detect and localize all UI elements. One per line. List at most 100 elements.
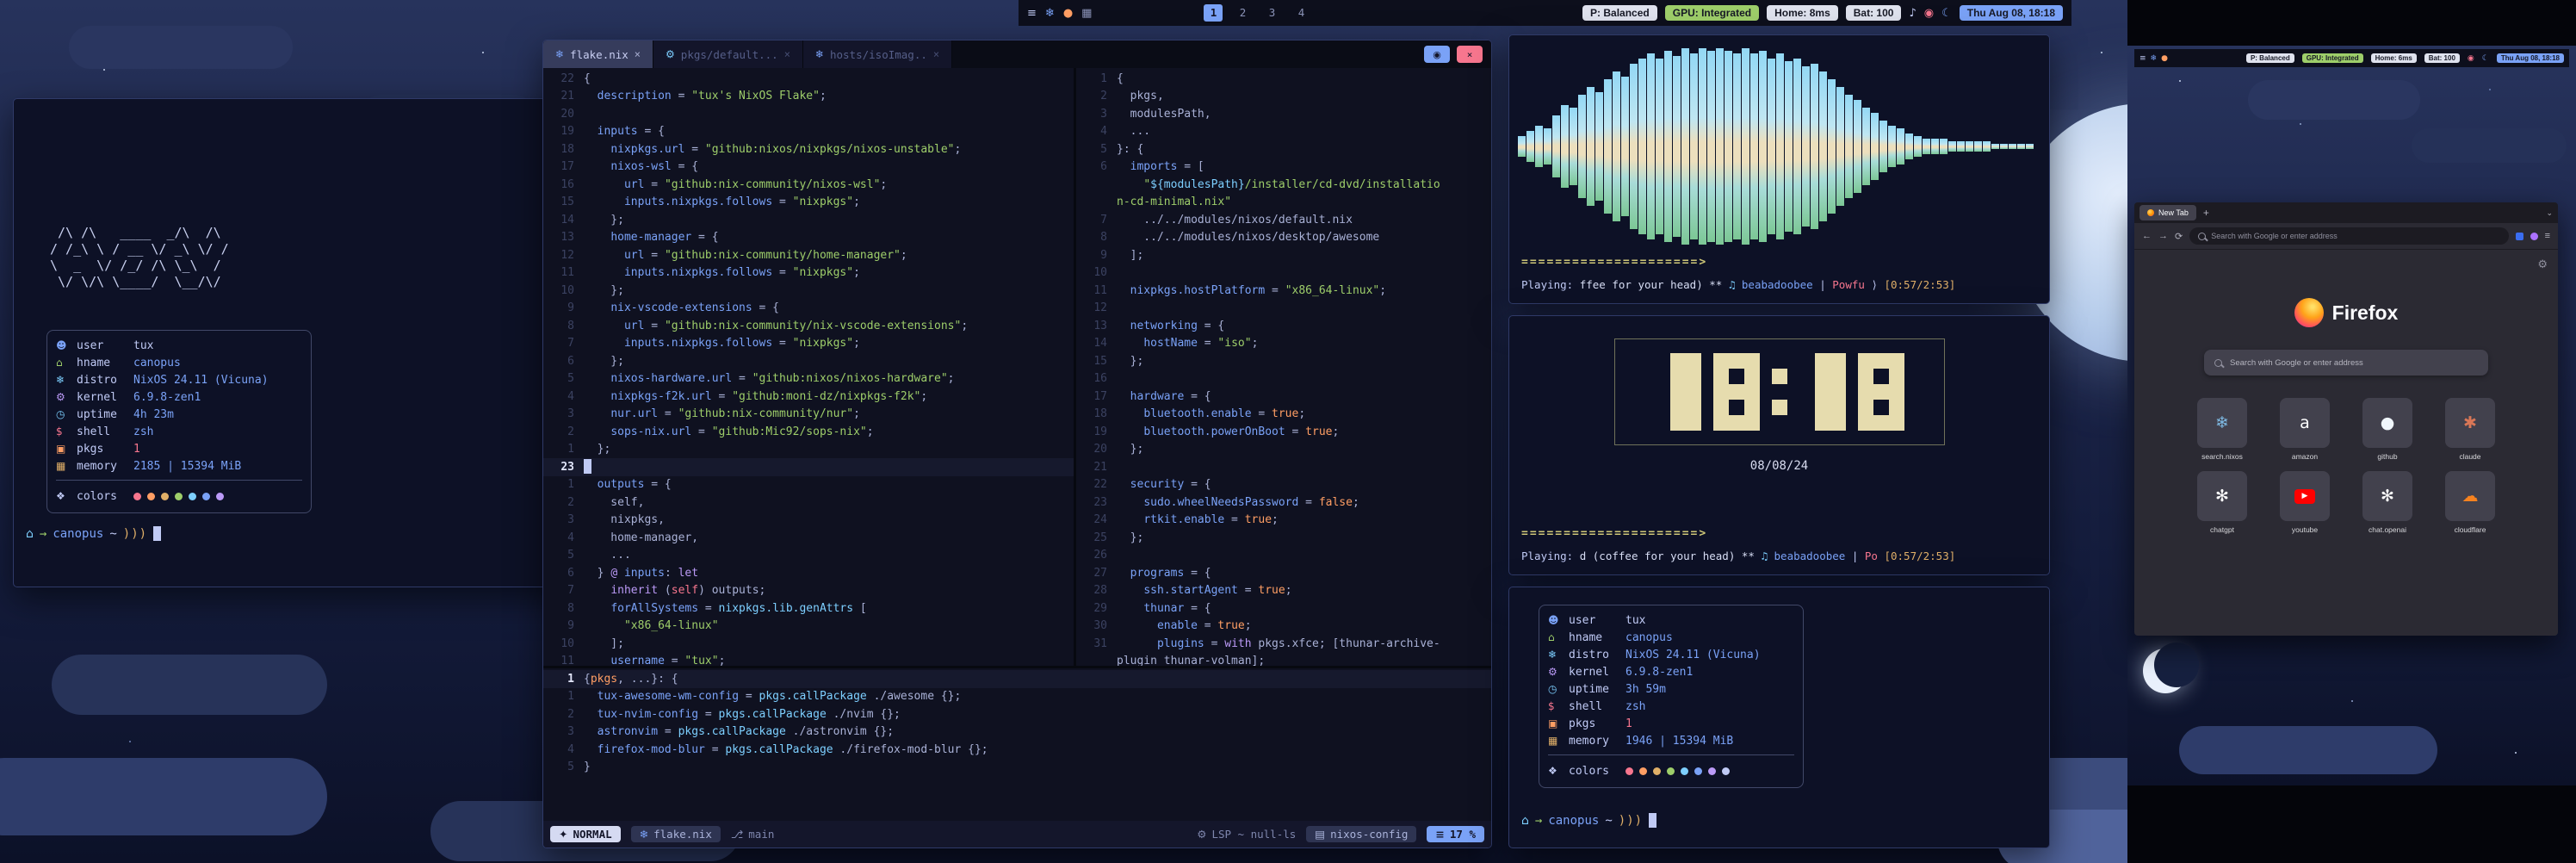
power-profile-chip: P: Balanced — [2246, 53, 2294, 63]
address-bar[interactable]: Search with Google or enter address — [2189, 227, 2508, 245]
code-line: 4 home-manager, — [543, 529, 1074, 547]
power-icon[interactable]: ◉ — [2468, 54, 2474, 63]
account-icon[interactable] — [2530, 233, 2538, 240]
shell-prompt[interactable]: ⌂ → canopus ~ ))) — [1521, 813, 1656, 828]
cava-bar — [1535, 126, 1543, 167]
code-line: 14 }; — [543, 211, 1074, 229]
forward-icon[interactable]: → — [2158, 231, 2168, 241]
statusline-file: ❄flake.nix — [631, 826, 721, 842]
eye-button[interactable]: ◉ — [1424, 46, 1450, 63]
code-line: 15 inputs.nixpkgs.follows = "nixpkgs"; — [543, 194, 1074, 212]
workspace-tag-3[interactable]: 3 — [1262, 4, 1281, 22]
terminal-tag-icon[interactable]: ▦ — [1081, 7, 1092, 20]
workspace-tag-1[interactable]: 1 — [1204, 4, 1223, 22]
editor-tab[interactable]: ❄flake.nix× — [543, 40, 653, 68]
color-dot — [161, 493, 169, 500]
personalize-gear-icon[interactable]: ⚙ — [2537, 258, 2548, 271]
cava-bar — [1871, 113, 1879, 180]
tab-list-chevron-icon[interactable]: ⌄ — [2546, 208, 2553, 218]
shortcut-claude[interactable]: ✱claude — [2437, 398, 2503, 461]
distro-icon: ❄ — [1548, 649, 1569, 661]
editor-tab[interactable]: ❄hosts/isoImag..× — [803, 40, 952, 68]
code-line: 1{ — [1076, 70, 1492, 88]
fetch-terminal-right[interactable]: ☻usertux⌂hnamecanopus❄distroNixOS 24.11 … — [1508, 587, 2050, 848]
bar-status-area: P: Balanced GPU: Integrated Home: 6ms Ba… — [2246, 53, 2564, 63]
shortcut-amazon[interactable]: aamazon — [2272, 398, 2338, 461]
firefox-tag-icon[interactable]: ● — [1063, 7, 1073, 20]
branch-icon: ⎇ — [731, 828, 743, 841]
shortcut-chatgpt[interactable]: ✻chatgpt — [2189, 471, 2255, 534]
workspace-tag-4[interactable]: 4 — [1291, 4, 1310, 22]
cava-bar — [1716, 48, 1724, 245]
tab-close-icon[interactable]: × — [784, 48, 790, 60]
cava-bar — [1552, 115, 1560, 177]
nix-tag-icon[interactable]: ❄ — [1045, 7, 1055, 20]
extension-icon[interactable] — [2516, 233, 2523, 240]
menu-icon[interactable]: ≡ — [1027, 7, 1037, 20]
cava-bar — [1768, 59, 1775, 234]
color-dot — [1639, 767, 1647, 775]
power-icon[interactable]: ◉ — [1924, 7, 1934, 20]
code-line: 9 "x86_64-linux" — [543, 618, 1074, 636]
file-icon: ❄ — [815, 48, 824, 60]
volume-icon[interactable]: ♪ — [1909, 7, 1916, 20]
neovim-window[interactable]: ❄flake.nix×⚙pkgs/default...×❄hosts/isoIm… — [542, 40, 1492, 848]
code-line: 6 } @ inputs: let — [543, 564, 1074, 582]
code-line: 18 bluetooth.enable = true; — [1076, 406, 1492, 424]
shortcut-cloudflare[interactable]: ☁cloudflare — [2437, 471, 2503, 534]
newtab-search-input[interactable]: Search with Google or enter address — [2204, 350, 2488, 376]
shortcut-chat.openai[interactable]: ✻chat.openai — [2355, 471, 2420, 534]
workspace-tag-2[interactable]: 2 — [1233, 4, 1252, 22]
night-mode-icon[interactable]: ☾ — [1941, 7, 1952, 20]
fetch-colors-row: ❖ colors — [56, 480, 302, 506]
clock-date: 08/08/24 — [1509, 459, 2049, 473]
editor-pane-iso[interactable]: 1{2 pkgs,3 modulesPath,4 ...5}: {6 impor… — [1076, 68, 1492, 667]
tab-label: flake.nix — [570, 48, 629, 61]
tab-close-icon[interactable]: × — [635, 48, 641, 60]
reload-icon[interactable]: ⟳ — [2175, 231, 2183, 242]
code-line: 12 — [1076, 300, 1492, 318]
code-line: 7 ../../modules/nixos/default.nix — [1076, 211, 1492, 229]
cava-bar — [1664, 51, 1672, 242]
shortcut-github[interactable]: ●github — [2355, 398, 2420, 461]
new-tab-button[interactable]: + — [2203, 207, 2209, 219]
code-line: 3 nur.url = "github:nix-community/nur"; — [543, 406, 1074, 424]
hamburger-menu-icon[interactable]: ≡ — [2545, 231, 2550, 241]
nix-tag-icon[interactable]: ❄ — [2151, 54, 2158, 63]
editor-pane-flake[interactable]: 22{21 description = "tux's NixOS Flake";… — [543, 68, 1074, 667]
firefox-tag-icon[interactable]: ● — [2161, 54, 2168, 63]
clock-window[interactable]: 08/08/24 =====================> Playing:… — [1508, 315, 2050, 575]
cava-bar — [1725, 51, 1732, 242]
shortcut-label: youtube — [2292, 525, 2318, 534]
cava-bar — [1854, 100, 1861, 193]
project-chip: ▤nixos-config — [1306, 826, 1416, 842]
cava-bar — [1811, 64, 1818, 229]
home-icon: ⌂ — [1521, 814, 1529, 828]
cava-bar — [1673, 56, 1681, 237]
fetch-row-shell: $shellzsh — [56, 423, 302, 440]
firefox-window[interactable]: New Tab + ⌄ ← → ⟳ Search with Google or … — [2134, 202, 2558, 636]
cava-window[interactable]: =====================> Playing: ffee for… — [1508, 34, 2050, 304]
prompt-path: ~ — [109, 527, 116, 541]
shortcut-youtube[interactable]: ▶youtube — [2272, 471, 2338, 534]
back-icon[interactable]: ← — [2142, 231, 2152, 241]
editor-tab[interactable]: ⚙pkgs/default...× — [653, 40, 803, 68]
cloud — [0, 758, 327, 835]
tab-close-icon[interactable]: × — [933, 48, 939, 60]
browser-tab[interactable]: New Tab — [2139, 205, 2196, 220]
user-icon: ☻ — [1548, 614, 1569, 626]
night-mode-icon[interactable]: ☾ — [2482, 54, 2489, 63]
shortcut-search.nixos[interactable]: ❄search.nixos — [2189, 398, 2255, 461]
cava-bar — [1544, 128, 1551, 165]
code-line: 5 nixos-hardware.url = "github:nixos/nix… — [543, 370, 1074, 388]
distro-icon: ❄ — [56, 374, 77, 386]
memory-icon: ▦ — [1548, 735, 1569, 747]
scroll-percent-chip: ≡17 % — [1427, 826, 1484, 842]
palette-icon: ❖ — [56, 490, 77, 502]
menu-icon[interactable]: ≡ — [2139, 54, 2146, 63]
folder-icon: ▤ — [1315, 828, 1325, 841]
code-line: 11 nixpkgs.hostPlatform = "x86_64-linux"… — [1076, 282, 1492, 300]
shell-prompt[interactable]: ⌂ → canopus ~ ))) — [26, 526, 161, 541]
close-window-button[interactable]: × — [1457, 46, 1483, 63]
editor-pane-pkgs[interactable]: 1{pkgs, ...}: {1 tux-awesome-wm-config =… — [543, 668, 1492, 824]
